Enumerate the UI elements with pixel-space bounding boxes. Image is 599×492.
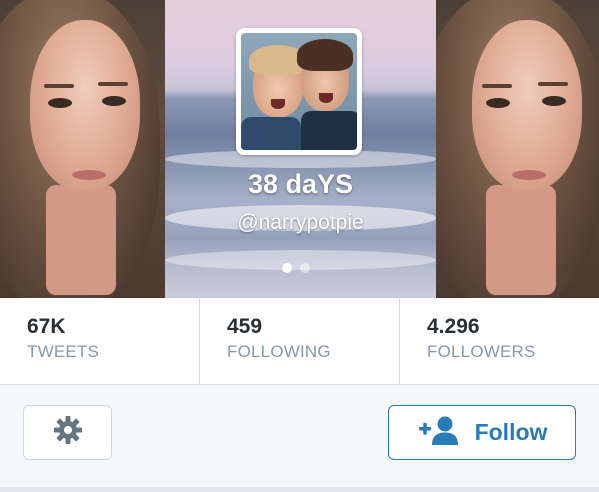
profile-stats: 67K TWEETS 459 FOLLOWING 4.296 FOLLOWERS [0,298,599,385]
stat-followers[interactable]: 4.296 FOLLOWERS [400,298,599,384]
follow-button[interactable]: Follow [388,405,576,460]
stat-value: 67K [27,315,66,338]
header-photo-right [436,0,599,298]
gear-icon [52,414,84,451]
page-dot-2[interactable] [300,263,310,273]
header-page-indicator[interactable] [282,263,310,273]
stat-value: 459 [227,315,263,338]
stat-label: TWEETS [27,342,100,361]
stat-label: FOLLOWERS [427,342,536,361]
stat-tweets[interactable]: 67K TWEETS [0,298,200,384]
profile-actions: Follow [0,385,599,488]
stat-following[interactable]: 459 FOLLOWING [200,298,400,384]
profile-header: 38 daYS @narrypotpie [0,0,599,298]
add-user-icon [417,415,461,450]
settings-button[interactable] [23,405,112,460]
profile-handle: @narrypotpie [237,211,364,234]
stat-label: FOLLOWING [227,342,331,361]
profile-display-name: 38 daYS [247,169,354,199]
follow-button-label: Follow [474,419,548,445]
stat-value: 4.296 [427,315,480,338]
profile-avatar[interactable] [236,28,362,155]
header-photo-left [0,0,165,298]
divider [0,488,599,492]
page-dot-1[interactable] [282,263,292,273]
